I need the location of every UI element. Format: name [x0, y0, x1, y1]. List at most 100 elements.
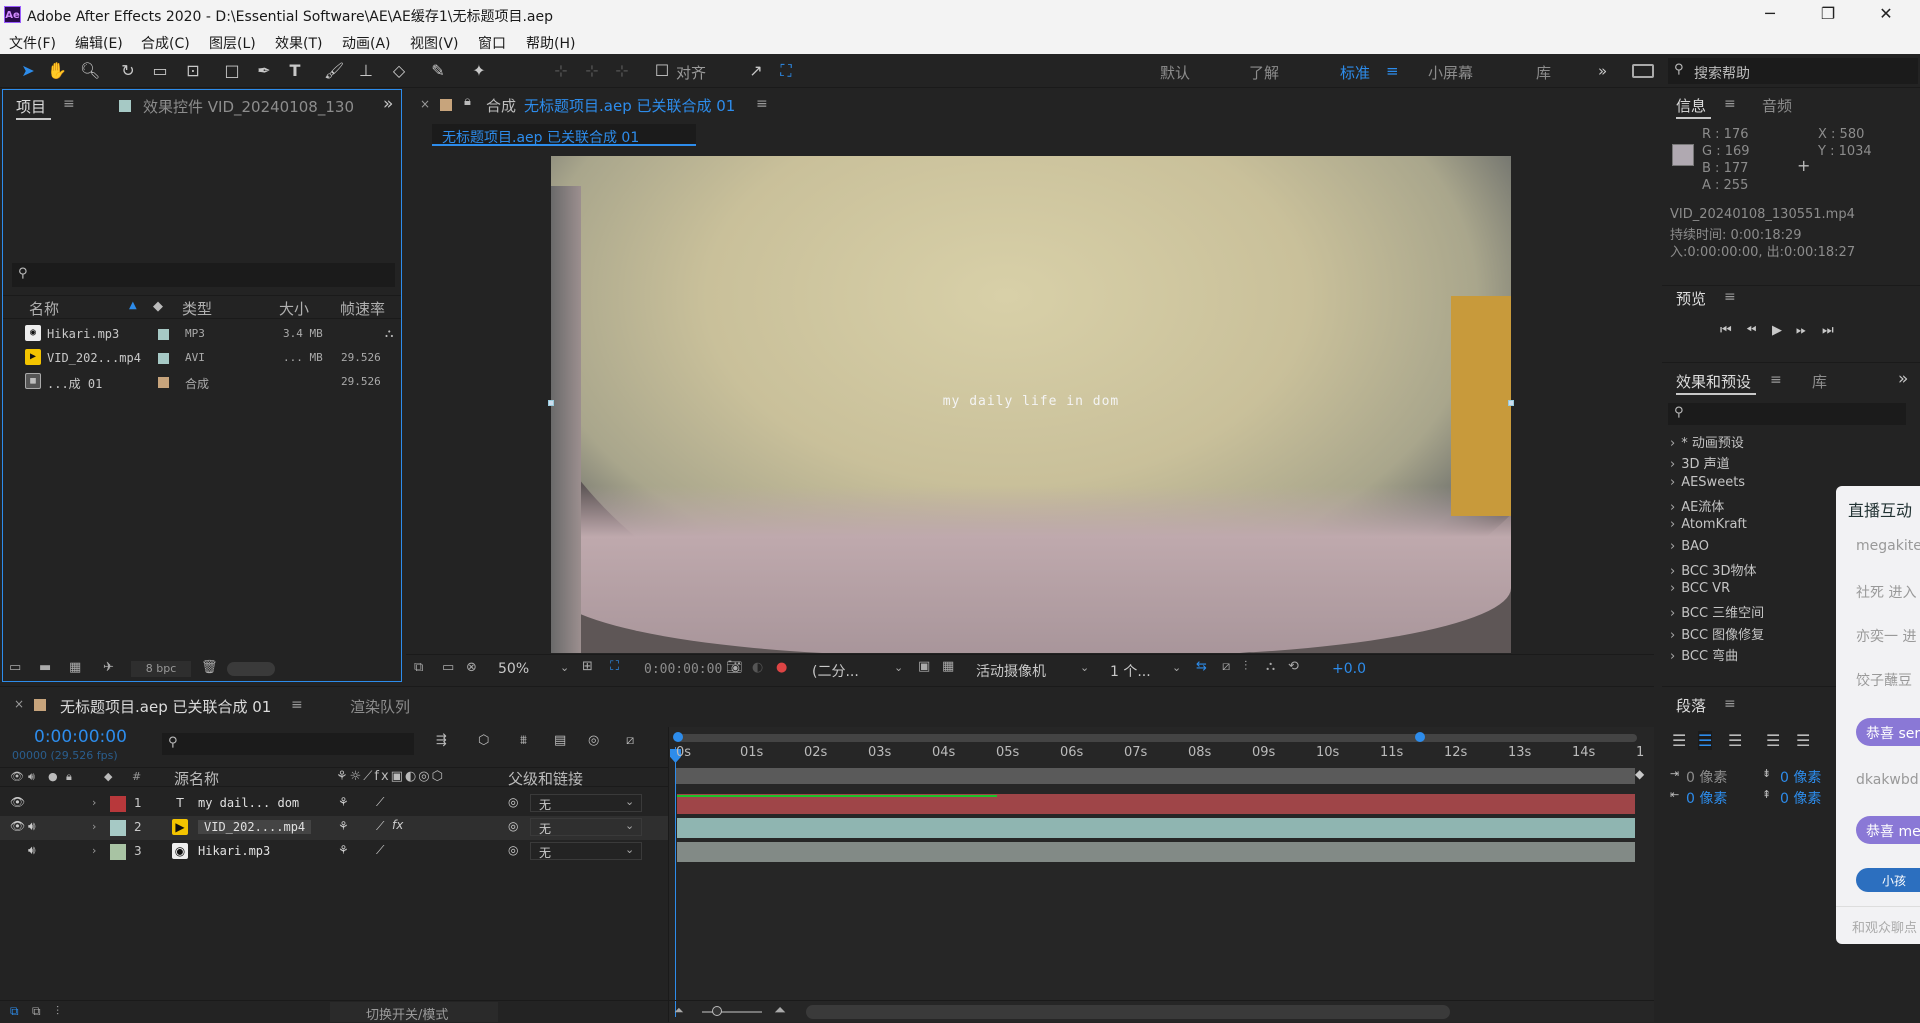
views-select[interactable]: 1 个... — [1110, 661, 1151, 681]
shy-switch-icon[interactable]: ⚘ — [338, 819, 349, 833]
layer-row[interactable]: 🔊︎ › 3 ◉ Hikari.mp3 ⚘ ⟋ ◎ 无 ⌄ — [0, 840, 668, 864]
render-icon[interactable]: ⧄ — [1222, 659, 1230, 674]
trash-icon[interactable]: 🗑︎ — [201, 660, 218, 675]
selection-tool-icon[interactable]: ➤ — [18, 61, 38, 81]
column-parent[interactable]: 父级和链接 — [508, 768, 583, 789]
eye-icon[interactable]: 👁︎ — [10, 795, 25, 809]
keyboard-shortcut-icon[interactable] — [1632, 64, 1654, 78]
layer-label-swatch[interactable] — [110, 796, 126, 812]
rotate-tool-icon[interactable]: ↻ — [118, 61, 138, 81]
show-snapshot-icon[interactable]: ◐ — [752, 660, 763, 675]
tab-preview[interactable]: 预览 — [1676, 288, 1706, 309]
layer-label-swatch[interactable] — [110, 844, 126, 860]
pen-tool-icon[interactable]: ✒ — [254, 61, 274, 81]
comp-panel-menu-icon[interactable]: ≡ — [756, 96, 768, 112]
workspace-learn[interactable]: 了解 — [1249, 62, 1279, 83]
transparency-grid-icon[interactable]: ▦ — [942, 659, 954, 674]
fx-switch-icon[interactable]: fx — [392, 818, 403, 832]
space-after-value[interactable]: 0 像素 — [1780, 788, 1821, 808]
close-tab-icon[interactable]: × — [14, 697, 24, 711]
menu-composition[interactable]: 合成(C) — [141, 33, 190, 53]
rectangle-tool-icon[interactable]: □ — [222, 61, 242, 81]
chevron-right-icon[interactable]: › — [92, 820, 96, 833]
project-panel-menu-icon[interactable]: ≡ — [63, 96, 75, 112]
effects-search-input[interactable]: ⚲ — [1668, 403, 1906, 425]
indent-right-value[interactable]: 0 像素 — [1686, 788, 1727, 808]
pickwhip-icon[interactable]: ◎ — [508, 843, 518, 857]
viewer-timecode[interactable]: 0:00:00:00 — [644, 662, 722, 677]
more-workspaces-icon[interactable]: » — [1598, 62, 1607, 80]
bounding-handle-right[interactable] — [1508, 400, 1514, 406]
pan-behind-tool-icon[interactable]: ⊡ — [183, 61, 203, 81]
pickwhip-icon[interactable]: ◎ — [508, 795, 518, 809]
chevron-right-icon[interactable]: › — [1670, 517, 1675, 532]
current-timecode[interactable]: 0:00:00:00 — [34, 727, 127, 747]
tab-render-queue[interactable]: 渲染队列 — [350, 696, 410, 717]
motion-blur-icon[interactable]: ◎ — [588, 733, 599, 748]
label-column-icon[interactable]: ◆ — [104, 770, 112, 783]
zoom-in-icon[interactable]: ⏶ — [774, 1001, 786, 1019]
playhead-line[interactable] — [675, 747, 676, 1017]
layer-row[interactable]: 👁︎ 🔊︎ › 2 ▶ VID_202....mp4 ⚘ ⟋ fx ◎ 无 ⌄ — [0, 816, 668, 840]
parent-select[interactable]: 无 ⌄ — [530, 842, 642, 860]
layer-source-name[interactable]: Hikari.mp3 — [198, 844, 270, 858]
snap-icon[interactable]: ↗ — [746, 61, 766, 81]
column-name[interactable]: 名称 — [29, 298, 59, 319]
layer-switches-icon[interactable]: ⧉ — [10, 1004, 19, 1019]
effect-category[interactable]: › * 动画预设 — [1670, 432, 1744, 451]
snap-target-icon[interactable]: ⛶ — [776, 61, 796, 81]
layer-row[interactable]: 👁︎ › 1 Tmy dail... dom ⚘ ⟋ ◎ 无 ⌄ — [0, 792, 668, 816]
workspace-menu-icon[interactable]: ≡ — [1386, 62, 1399, 80]
effect-category[interactable]: › AE流体 — [1670, 496, 1724, 515]
effect-category[interactable]: › 3D 声道 — [1670, 453, 1730, 472]
layer-duration-bar[interactable] — [677, 842, 1635, 862]
new-folder-icon[interactable]: ▬ — [39, 660, 51, 675]
align-checkbox[interactable]: ☐ — [652, 61, 672, 81]
effect-category[interactable]: › BCC 三维空间 — [1670, 602, 1764, 621]
vr-icon[interactable]: ⊗ — [466, 660, 477, 675]
chevron-right-icon[interactable]: › — [1670, 628, 1675, 643]
bpc-button[interactable]: 8 bpc — [131, 661, 191, 677]
panel-overflow-icon[interactable]: » — [1898, 369, 1908, 389]
live-chat-overlay[interactable]: 直播互动 megakite 社死 进入 亦奕一 进 饺子蘸豆 恭喜 ser dk… — [1836, 486, 1920, 944]
graph-editor-icon[interactable]: ⧄ — [626, 733, 634, 748]
in-out-duration-icon[interactable]: ⫶ — [56, 1004, 59, 1019]
effect-category[interactable]: › BCC 图像修复 — [1670, 624, 1764, 643]
chevron-down-icon[interactable]: ⌄ — [1172, 661, 1181, 674]
audio-switch-icon[interactable]: 🔊︎ — [28, 770, 35, 784]
label-swatch[interactable] — [158, 377, 169, 388]
draft-3d-icon[interactable]: ⬡ — [478, 733, 489, 748]
eraser-tool-icon[interactable]: ◇ — [389, 61, 409, 81]
comp-tab-name[interactable]: 无标题项目.aep 已关联合成 01 — [524, 95, 735, 116]
menu-layer[interactable]: 图层(L) — [209, 33, 256, 53]
toggle-pixel-aspect-icon[interactable]: ⇆ — [1196, 659, 1207, 674]
speaker-icon[interactable]: 🔊︎ — [28, 819, 36, 834]
tab-effects[interactable]: 效果和预设 — [1676, 371, 1751, 392]
camera-select[interactable]: 活动摄像机 — [976, 661, 1046, 681]
chevron-down-icon[interactable]: ⌄ — [1080, 661, 1089, 674]
play-icon[interactable]: ▶ — [1772, 323, 1782, 338]
text-layer-overlay[interactable]: my daily life in dom — [551, 394, 1511, 409]
timeline-panel-menu-icon[interactable]: ≡ — [291, 697, 303, 713]
zoom-out-icon[interactable]: ⏶ — [674, 1003, 684, 1018]
layer-source-name[interactable]: my dail... dom — [198, 796, 299, 810]
quality-switch-icon[interactable]: ⟋ — [376, 819, 384, 834]
workspace-default[interactable]: 默认 — [1160, 62, 1190, 83]
project-item[interactable]: ▶ VID_202...mp4 AVI ... MB 29.526 — [3, 347, 403, 371]
transfer-controls-icon[interactable]: ⧉ — [32, 1004, 41, 1019]
column-fps[interactable]: 帧速率 — [340, 298, 385, 319]
menu-help[interactable]: 帮助(H) — [526, 33, 575, 53]
panel-overflow-icon[interactable]: » — [383, 94, 393, 114]
project-search-input[interactable]: ⚲ — [12, 263, 395, 287]
tab-effect-controls[interactable]: 效果控件 VID_20240108_13055 — [143, 96, 355, 117]
effect-category[interactable]: › BCC VR — [1670, 581, 1730, 596]
comp-mini-flowchart-icon[interactable]: ⇶ — [436, 733, 447, 748]
minimize-button[interactable]: ─ — [1742, 0, 1798, 30]
chevron-right-icon[interactable]: › — [1670, 539, 1675, 554]
previous-frame-icon[interactable]: ⏪︎ — [1746, 323, 1756, 338]
work-area-start-handle[interactable] — [673, 732, 683, 742]
toggle-switches-modes-button[interactable]: 切换开关/模式 — [330, 1002, 498, 1023]
layer-duration-bar[interactable] — [677, 794, 1635, 814]
tab-audio[interactable]: 音频 — [1762, 95, 1792, 116]
align-center-icon[interactable]: ☰ — [1698, 731, 1713, 750]
